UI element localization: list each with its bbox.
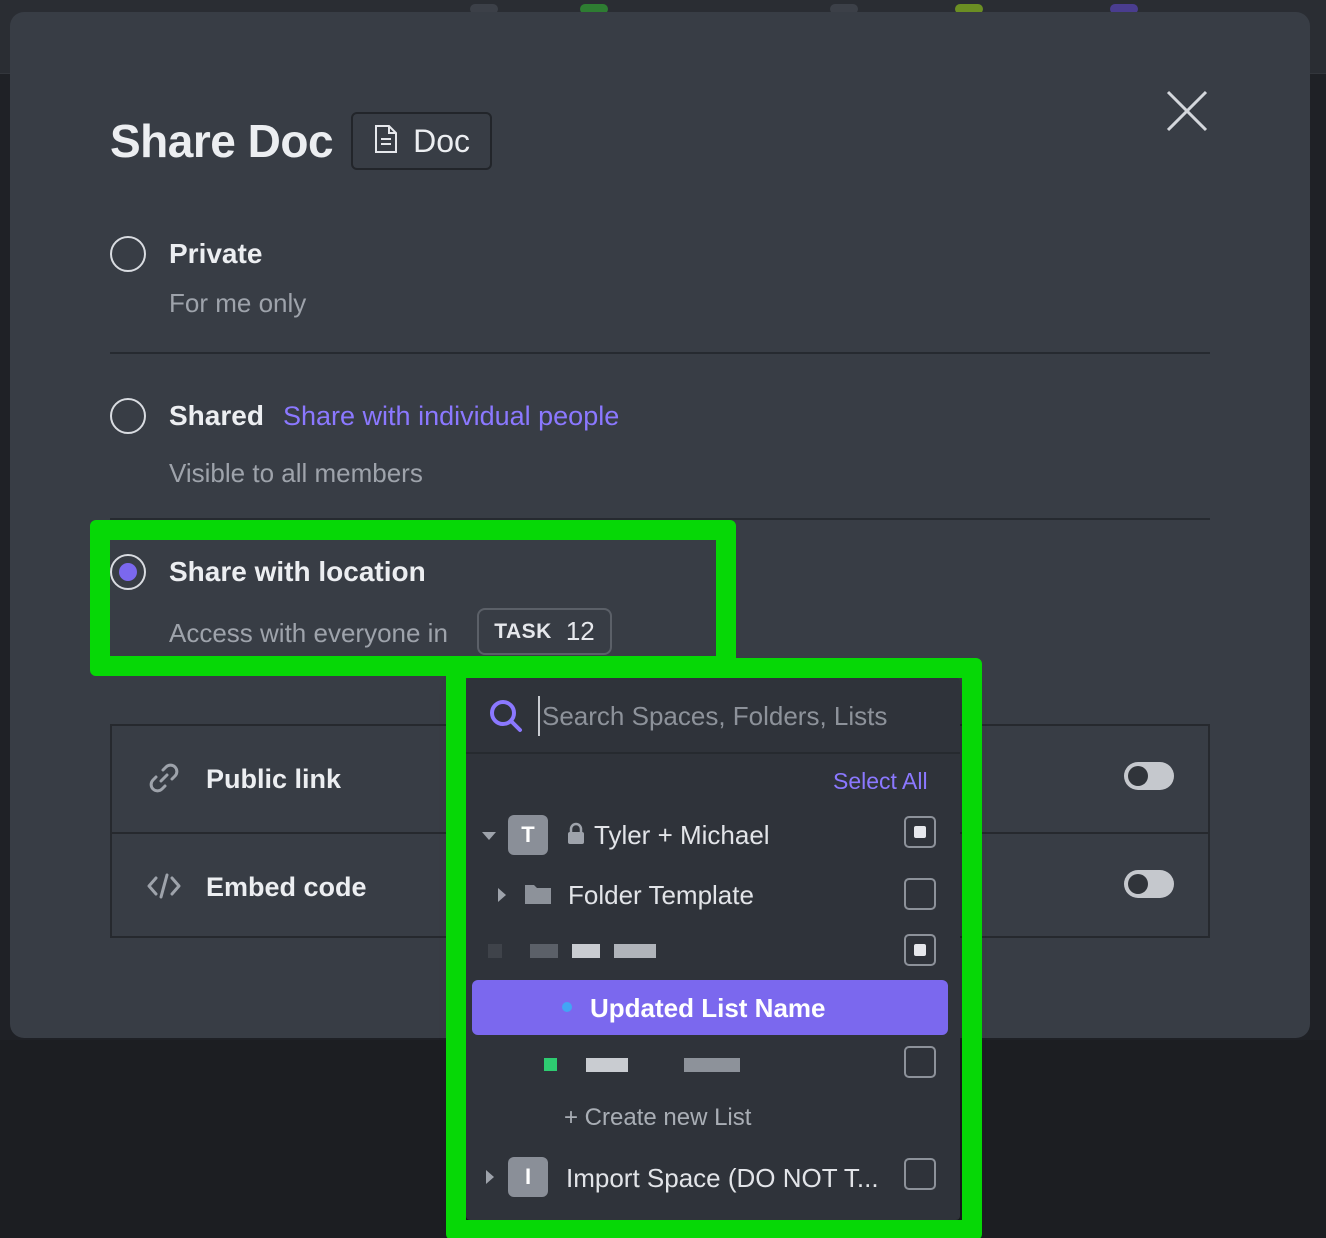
- share-with-location-label: Share with location: [169, 556, 426, 587]
- redacted-text: [586, 1058, 628, 1072]
- divider: [110, 352, 1210, 354]
- folder-checkbox[interactable]: [904, 878, 936, 910]
- public-link-label: Public link: [206, 764, 342, 794]
- embed-code-label: Embed code: [206, 872, 367, 902]
- shared-radio[interactable]: [110, 398, 146, 434]
- share-with-location-radio[interactable]: [110, 554, 146, 590]
- code-icon: [146, 868, 182, 909]
- modal-header: Share Doc Doc: [110, 112, 493, 170]
- lock-icon: [566, 822, 586, 851]
- space-row[interactable]: T Tyler + Michael: [466, 810, 960, 860]
- page-title: Share Doc: [110, 115, 334, 167]
- redacted-text: [530, 944, 558, 958]
- space-checkbox[interactable]: [904, 816, 936, 848]
- redacted-text: [684, 1058, 740, 1072]
- shared-description: Visible to all members: [169, 458, 423, 488]
- space-avatar: T: [508, 815, 548, 855]
- folder-name: Folder Template: [568, 880, 754, 910]
- space-name: Import Space (DO NOT T...: [566, 1163, 879, 1193]
- location-search-input[interactable]: [538, 696, 938, 736]
- location-picker-dropdown: Select All T Tyler + Michael Folder Temp…: [466, 678, 960, 1220]
- doc-badge-label: Doc: [413, 122, 470, 159]
- divider: [110, 518, 1210, 520]
- space-name: Tyler + Michael: [594, 820, 770, 850]
- location-selector-badge[interactable]: TASK 12: [477, 608, 612, 655]
- list-status-dot: [562, 1002, 572, 1012]
- redacted-row[interactable]: [466, 926, 960, 976]
- close-icon[interactable]: [1162, 86, 1212, 136]
- redacted-text: [488, 944, 502, 958]
- chevron-right-icon[interactable]: [498, 888, 506, 902]
- private-label: Private: [169, 238, 263, 269]
- list-color-square: [544, 1058, 557, 1071]
- import-space-row[interactable]: I Import Space (DO NOT T...: [466, 1152, 960, 1202]
- document-icon: [373, 124, 399, 159]
- redacted-list-row[interactable]: [466, 1040, 960, 1090]
- redacted-row-checkbox[interactable]: [904, 934, 936, 966]
- share-with-location-description: Access with everyone in: [169, 618, 448, 648]
- space-avatar: I: [508, 1157, 548, 1197]
- private-radio[interactable]: [110, 236, 146, 272]
- shared-label: Shared: [169, 400, 264, 431]
- share-with-individuals-link[interactable]: Share with individual people: [283, 401, 619, 432]
- search-icon: [488, 698, 524, 739]
- redacted-text: [572, 944, 600, 958]
- select-all-button[interactable]: Select All: [833, 768, 928, 795]
- location-search-bar: [466, 678, 960, 754]
- public-link-toggle[interactable]: [1124, 762, 1174, 790]
- selected-list-row[interactable]: Updated List Name: [472, 980, 948, 1035]
- embed-code-toggle[interactable]: [1124, 870, 1174, 898]
- selected-list-name: Updated List Name: [590, 993, 826, 1023]
- import-space-checkbox[interactable]: [904, 1158, 936, 1190]
- link-icon: [146, 760, 182, 801]
- create-new-list-button[interactable]: + Create new List: [564, 1104, 751, 1132]
- list-checkbox[interactable]: [904, 1046, 936, 1078]
- redacted-text: [614, 944, 656, 958]
- folder-row[interactable]: Folder Template: [466, 870, 960, 920]
- folder-icon: [524, 882, 552, 911]
- location-badge-number: 12: [565, 616, 595, 646]
- private-description: For me only: [169, 288, 307, 318]
- chevron-right-icon[interactable]: [486, 1170, 494, 1184]
- doc-type-badge: Doc: [351, 112, 493, 170]
- chevron-down-icon[interactable]: [482, 832, 496, 840]
- location-badge-word: TASK: [494, 619, 552, 643]
